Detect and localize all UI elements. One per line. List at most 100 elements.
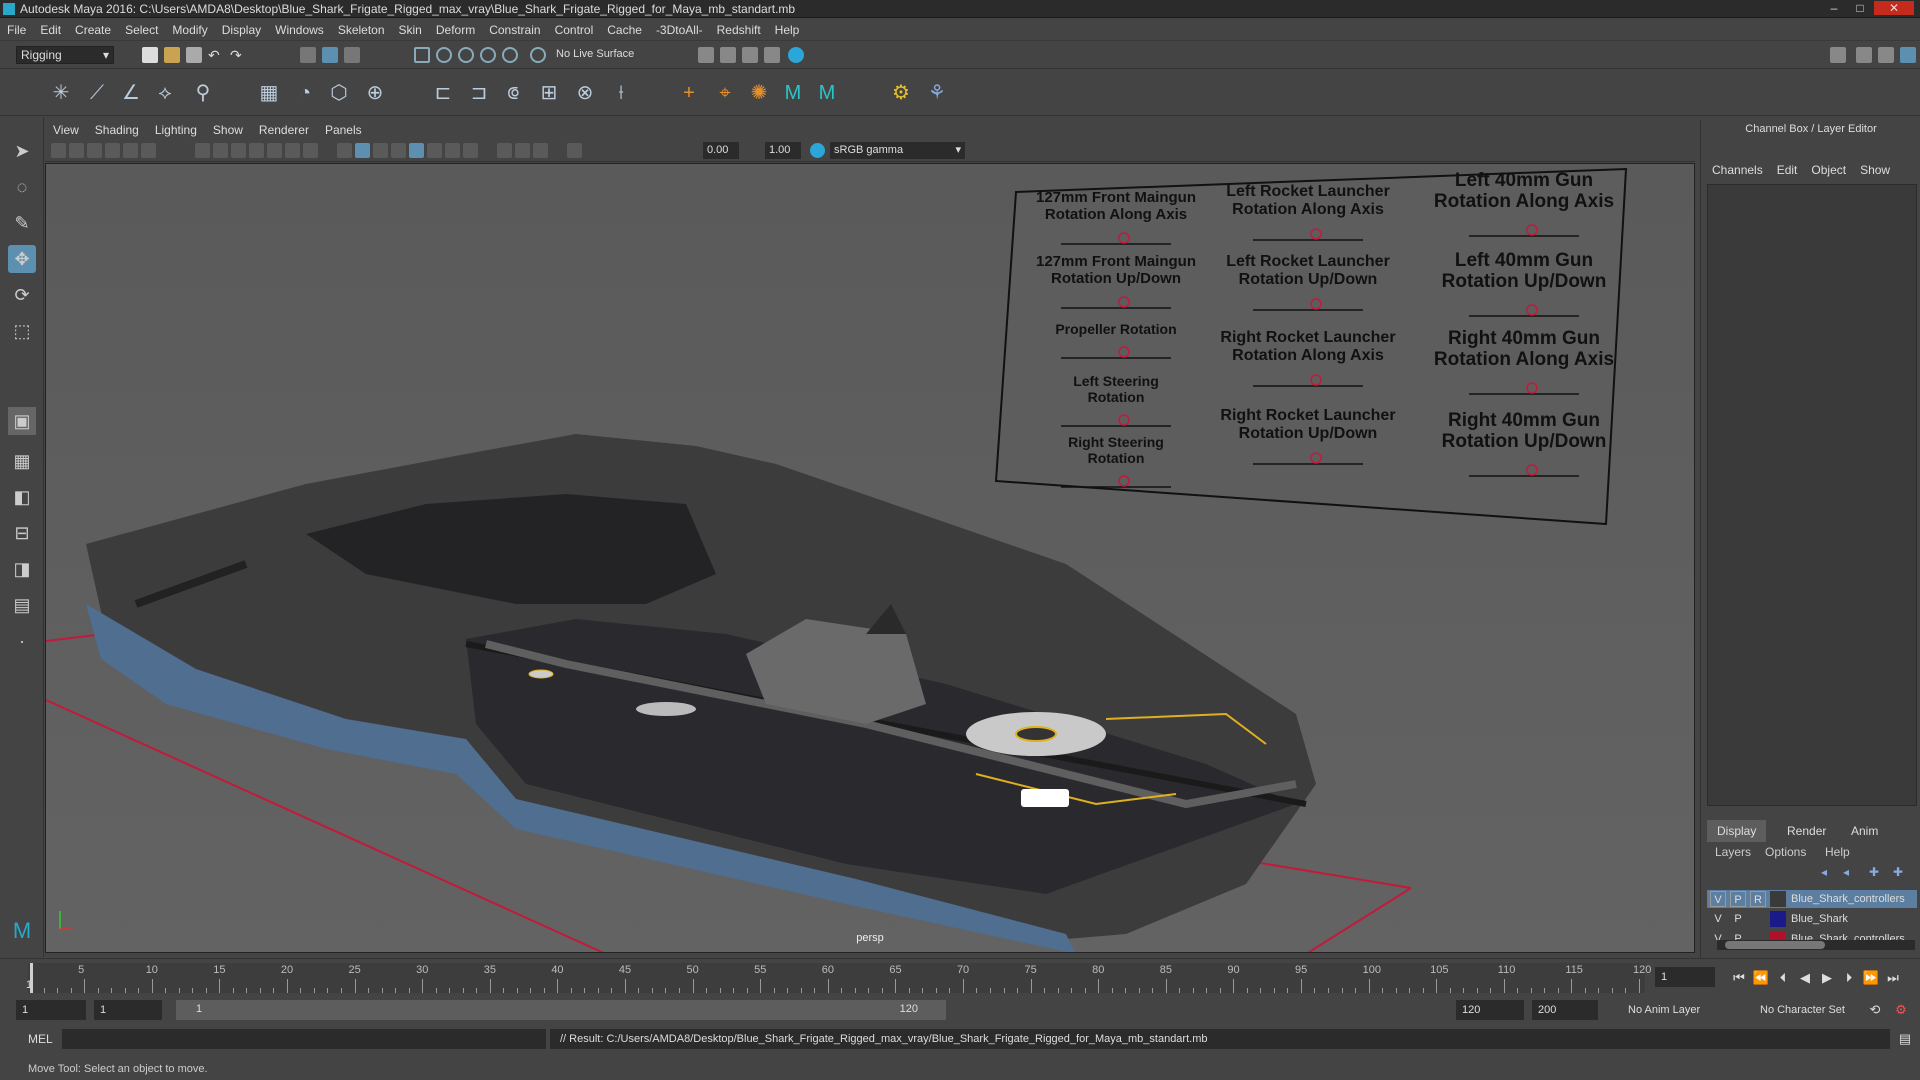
paint-weights-icon[interactable]: ◔ [292, 80, 318, 106]
menu-windows[interactable]: Windows [268, 19, 331, 41]
viewport-menu-shading[interactable]: Shading [87, 120, 147, 140]
joint-tool-icon[interactable]: ✳ [48, 80, 74, 106]
tab-render[interactable]: Render [1777, 820, 1836, 842]
viewport-menu-panels[interactable]: Panels [317, 120, 370, 140]
move-layer-up-icon[interactable]: ◂ [1821, 865, 1827, 879]
viewport-menu-lighting[interactable]: Lighting [147, 120, 205, 140]
menu-redshift[interactable]: Redshift [710, 19, 768, 41]
gamma-field[interactable]: 1.00 [765, 142, 801, 159]
ipr-render-icon[interactable] [742, 47, 758, 63]
tab-anim[interactable]: Anim [1841, 820, 1888, 842]
wireframe-on-shaded-icon[interactable] [373, 143, 388, 158]
layer-name[interactable]: Blue_Shark [1791, 910, 1848, 928]
safe-title-icon[interactable] [303, 143, 318, 158]
xray-joints-icon[interactable] [533, 143, 548, 158]
menu-modify[interactable]: Modify [165, 19, 214, 41]
layer-scrollbar[interactable] [1717, 940, 1915, 950]
menu-3dtoall[interactable]: -3DtoAll- [649, 19, 710, 41]
persp-graph-icon[interactable]: ⊟ [8, 519, 36, 547]
wire-deformer-icon[interactable]: ⚘ [924, 80, 950, 106]
move-layer-down-icon[interactable]: ◂ [1843, 865, 1849, 879]
blend-shape-icon[interactable]: ⚙ [888, 80, 914, 106]
outliner-layout-icon[interactable]: ▤ [8, 591, 36, 619]
point-constraint-icon[interactable]: ⊐ [466, 80, 492, 106]
skeleton-icon[interactable]: ⚲ [190, 80, 216, 106]
playback-start-field[interactable]: 1 [94, 1000, 162, 1020]
snap-view-icon[interactable] [480, 47, 496, 63]
textured-icon[interactable] [391, 143, 406, 158]
layer-visibility-toggle[interactable]: V [1710, 891, 1726, 907]
layer-playback-toggle[interactable]: P [1730, 891, 1746, 907]
live-surface-icon[interactable] [530, 47, 546, 63]
step-back-key-icon[interactable]: ⏪ [1752, 969, 1770, 987]
exposure-icon[interactable] [567, 143, 582, 158]
snap-grid-icon[interactable] [414, 47, 430, 63]
menu-file[interactable]: File [0, 19, 33, 41]
maximize-button[interactable]: □ [1848, 1, 1872, 15]
maya-m-icon[interactable]: M [780, 80, 806, 106]
menu-constrain[interactable]: Constrain [482, 19, 547, 41]
current-time-indicator[interactable] [30, 963, 33, 993]
channel-box-icon[interactable] [1900, 47, 1916, 63]
custom-layout-icon[interactable]: · [8, 627, 36, 655]
cb-menu-object[interactable]: Object [1804, 160, 1853, 180]
render-view-icon[interactable] [764, 47, 780, 63]
character-set-dropdown[interactable]: No Character Set [1754, 1000, 1866, 1020]
cb-menu-edit[interactable]: Edit [1770, 160, 1805, 180]
safe-action-icon[interactable] [285, 143, 300, 158]
xray-icon[interactable] [515, 143, 530, 158]
camera-select-icon[interactable] [51, 143, 66, 158]
step-back-frame-icon[interactable]: ⏴ [1774, 969, 1792, 987]
menu-control[interactable]: Control [548, 19, 601, 41]
locator-icon[interactable]: + [676, 80, 702, 106]
cb-menu-show[interactable]: Show [1853, 160, 1897, 180]
minimize-button[interactable]: – [1822, 1, 1846, 15]
isolate-select-icon[interactable] [497, 143, 512, 158]
select-object-icon[interactable] [322, 47, 338, 63]
redo-icon[interactable]: ↷ [230, 47, 246, 63]
layer-menu-options[interactable]: Options [1765, 845, 1806, 859]
ik-handle-icon[interactable]: ⟋ [84, 80, 110, 106]
scrollbar-thumb[interactable] [1725, 941, 1825, 949]
scale-constraint-icon[interactable]: ⊞ [536, 80, 562, 106]
render-frame-icon[interactable] [720, 47, 736, 63]
cb-menu-channels[interactable]: Channels [1705, 160, 1770, 180]
menu-skin[interactable]: Skin [392, 19, 429, 41]
maya-m2-icon[interactable]: M [814, 80, 840, 106]
play-backwards-icon[interactable]: ◀ [1796, 969, 1814, 987]
grease-pencil-icon[interactable] [141, 143, 156, 158]
bookmark-icon[interactable] [87, 143, 102, 158]
perspective-viewport[interactable]: 127mm Front Maingun Rotation Along Axis Le… [45, 163, 1695, 953]
scale-tool-icon[interactable]: ⬚ [8, 317, 36, 345]
step-forward-key-icon[interactable]: ⏩ [1862, 969, 1880, 987]
render-settings-icon[interactable] [698, 47, 714, 63]
gate-mask-icon[interactable] [249, 143, 264, 158]
motion-blur-icon[interactable] [463, 143, 478, 158]
layer-color-swatch[interactable] [1770, 911, 1786, 927]
layer-name[interactable]: Blue_Shark_controllers [1791, 890, 1905, 908]
persp-outliner-icon[interactable]: ◧ [8, 483, 36, 511]
color-management-icon[interactable] [810, 143, 825, 158]
menu-create[interactable]: Create [68, 19, 118, 41]
layer-row[interactable]: V P R Blue_Shark_controllers [1707, 890, 1917, 908]
camera-attr-icon[interactable] [69, 143, 84, 158]
cluster-icon[interactable]: ⊕ [362, 80, 388, 106]
layer-visibility-toggle[interactable]: V [1710, 911, 1726, 927]
command-input[interactable] [62, 1029, 546, 1049]
select-tool-icon[interactable]: ➤ [8, 137, 36, 165]
menu-select[interactable]: Select [118, 19, 165, 41]
script-editor-icon[interactable]: ▤ [1896, 1030, 1914, 1048]
layer-playback-toggle[interactable]: P [1730, 911, 1746, 927]
new-scene-icon[interactable] [142, 47, 158, 63]
single-perspective-icon[interactable]: ▣ [8, 407, 36, 435]
menu-cache[interactable]: Cache [600, 19, 649, 41]
use-all-lights-icon[interactable] [409, 143, 424, 158]
resolution-gate-icon[interactable] [231, 143, 246, 158]
field-chart-icon[interactable] [267, 143, 282, 158]
layer-reference-toggle[interactable]: R [1750, 891, 1766, 907]
ik-fk-icon[interactable]: ⌖ [712, 80, 738, 106]
frigate-model[interactable] [86, 434, 1316, 953]
lasso-tool-icon[interactable]: ◌ [8, 173, 36, 201]
exposure-field[interactable]: 0.00 [703, 142, 739, 159]
menu-display[interactable]: Display [215, 19, 268, 41]
